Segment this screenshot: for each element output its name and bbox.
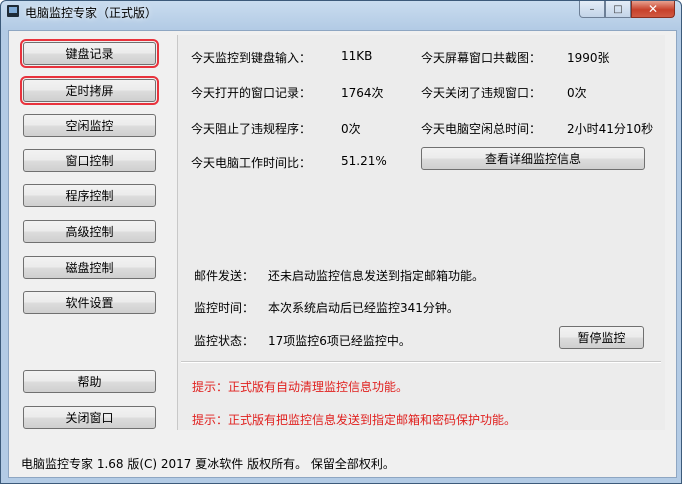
monitor-time-value: 本次系统启动后已经监控341分钟。: [268, 301, 459, 315]
idle-monitor-button[interactable]: 空闲监控: [23, 114, 156, 137]
timed-screenshot-button[interactable]: 定时拷屏: [20, 76, 159, 105]
status-bar-text: 电脑监控专家 1.68 版(C) 2017 夏冰软件 版权所有。 保留全部权利。: [21, 457, 395, 471]
panel-divider: [181, 361, 661, 363]
close-window-button[interactable]: 关闭窗口: [23, 406, 156, 429]
help-button[interactable]: 帮助: [23, 370, 156, 393]
screenshot-count-value: 1990张: [567, 51, 610, 65]
closed-windows-label: 今天关闭了违规窗口：: [421, 86, 542, 100]
main-window: 电脑监控专家（正式版） – □ ✕ 键盘记录 定时拷屏 空闲监控 窗口控制 程序…: [0, 0, 682, 484]
pause-monitor-button[interactable]: 暂停监控: [559, 326, 644, 349]
client-area: 键盘记录 定时拷屏 空闲监控 窗口控制 程序控制 高级控制 磁盘控制 软件设置 …: [8, 30, 677, 478]
tip-email-password: 提示：正式版有把监控信息发送到指定邮箱和密码保护功能。: [192, 413, 517, 427]
advanced-control-button[interactable]: 高级控制: [23, 220, 156, 243]
work-ratio-label: 今天电脑工作时间比：: [191, 156, 312, 170]
minimize-button[interactable]: –: [579, 1, 605, 18]
title-bar[interactable]: 电脑监控专家（正式版） – □ ✕: [1, 1, 681, 23]
maximize-button[interactable]: □: [605, 1, 631, 18]
blocked-programs-label: 今天阻止了违规程序：: [191, 122, 312, 136]
blocked-programs-value: 0次: [341, 122, 361, 136]
keyboard-input-value: 11KB: [341, 49, 373, 63]
mail-status: 还未启动监控信息发送到指定邮箱功能。: [268, 269, 485, 283]
window-title: 电脑监控专家（正式版）: [25, 6, 158, 20]
monitor-panel: 今天监控到键盘输入： 11KB 今天屏幕窗口共截图： 1990张 今天打开的窗口…: [177, 35, 665, 430]
work-ratio-value: 51.21%: [341, 154, 387, 168]
keyboard-log-button[interactable]: 键盘记录: [20, 39, 159, 68]
view-details-button[interactable]: 查看详细监控信息: [421, 147, 645, 170]
window-records-value: 1764次: [341, 86, 384, 100]
idle-time-value: 2小时41分10秒: [567, 122, 654, 136]
software-settings-button[interactable]: 软件设置: [23, 291, 156, 314]
caption-buttons: – □ ✕: [579, 1, 675, 19]
window-control-button[interactable]: 窗口控制: [23, 149, 156, 172]
mail-label: 邮件发送：: [194, 269, 255, 283]
keyboard-input-label: 今天监控到键盘输入：: [191, 51, 312, 65]
app-icon: [7, 5, 19, 17]
disk-control-button[interactable]: 磁盘控制: [23, 256, 156, 279]
monitor-status-label: 监控状态：: [194, 334, 255, 348]
idle-time-label: 今天电脑空闲总时间：: [421, 122, 542, 136]
tip-auto-clean: 提示：正式版有自动清理监控信息功能。: [192, 380, 409, 394]
program-control-button[interactable]: 程序控制: [23, 184, 156, 207]
screenshot-count-label: 今天屏幕窗口共截图：: [421, 51, 542, 65]
closed-windows-value: 0次: [567, 86, 587, 100]
monitor-time-label: 监控时间：: [194, 301, 255, 315]
monitor-status-value: 17项监控6项已经监控中。: [268, 334, 411, 348]
close-window-icon[interactable]: ✕: [631, 1, 675, 18]
window-records-label: 今天打开的窗口记录：: [191, 86, 312, 100]
